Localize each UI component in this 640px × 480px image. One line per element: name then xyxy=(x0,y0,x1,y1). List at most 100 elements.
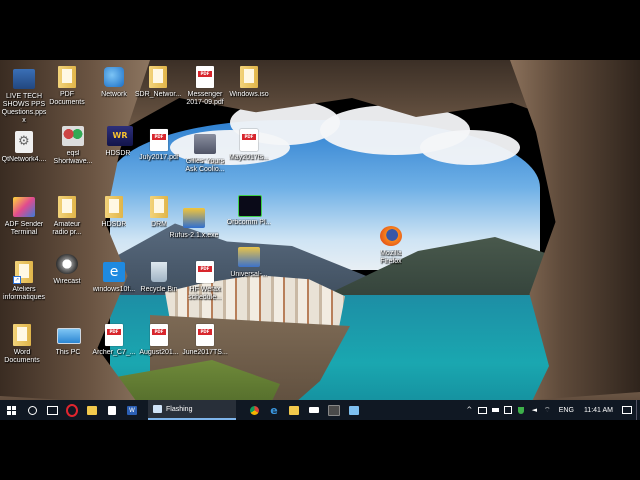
adf-app-icon xyxy=(13,195,35,219)
clock[interactable]: 11:41 AM xyxy=(579,407,618,414)
desktop-icon-orbcomm[interactable]: Orbcomm Pl... xyxy=(221,193,277,227)
desktop-icon-mozilla-firefox[interactable]: Mozilla Firefox xyxy=(363,224,419,266)
language-indicator[interactable]: ENG xyxy=(554,407,579,414)
folder-icon xyxy=(56,65,78,89)
desktop-icon-may2017-pdf[interactable]: PDF May2017ts... xyxy=(221,128,277,162)
computer-icon xyxy=(57,323,81,347)
desktop-icon-label: Network xyxy=(101,91,127,98)
taskbar-app-edge[interactable]: e xyxy=(264,400,284,420)
tray-icon-security[interactable] xyxy=(515,400,528,420)
satellite-app-icon xyxy=(238,193,262,217)
ethernet-icon xyxy=(504,406,513,414)
desktop-icon-june2017-pdf[interactable]: PDF June2017TS... xyxy=(177,323,233,357)
pdf-file-icon: PDF xyxy=(194,323,216,347)
desktop-icon-label: This PC xyxy=(55,349,81,356)
desktop-icon-label: DRM xyxy=(151,221,167,228)
desktop-icon-label: SDR_Networ... xyxy=(134,91,182,98)
monitor-icon xyxy=(349,405,359,415)
desktop-icon-label: May2017ts... xyxy=(228,154,270,161)
people-icon xyxy=(62,124,84,148)
tray-icon-battery[interactable] xyxy=(489,400,502,420)
desktop-icon-label: HDSDR xyxy=(105,150,131,157)
taskbar-app-store[interactable] xyxy=(102,400,122,420)
monitor-icon xyxy=(477,406,487,414)
tray-icon-wifi[interactable]: ⌔ xyxy=(541,400,554,420)
desktop-icon-windows-iso[interactable]: Windows.iso xyxy=(221,65,277,99)
pdf-file-icon: PDF xyxy=(103,323,125,347)
wirecast-app-icon xyxy=(56,252,78,276)
desktop-icon-label: QtNetwork4.... xyxy=(1,156,47,163)
installer-icon xyxy=(238,245,260,269)
taskbar-app-opera[interactable] xyxy=(62,400,82,420)
desktop-icon-label: June2017TS... xyxy=(182,349,228,356)
letterbox-bottom xyxy=(0,420,640,480)
mail-icon xyxy=(309,407,319,413)
taskbar-app-calculator[interactable] xyxy=(324,400,344,420)
hdsdr-app-icon: WR xyxy=(107,124,133,148)
desktop-icon-label: Orbcomm Pl... xyxy=(226,219,272,226)
desktop-icon-label: July2017.pdf xyxy=(139,154,179,161)
taskbar-app-word[interactable]: W xyxy=(122,400,142,420)
taskbar-app-explorer[interactable] xyxy=(284,400,304,420)
desktop-icon-label: Universal-... xyxy=(230,271,268,278)
desktop-icon-label: Gilles' Yours Ask Coolio... xyxy=(185,158,225,173)
desktop-screen: LIVE TECH SHOWS PPS Questions.pps x PDF … xyxy=(0,60,640,420)
desktop-icon-label: Amateur radio pr... xyxy=(52,221,82,236)
store-icon xyxy=(108,405,116,415)
opera-icon xyxy=(66,403,78,417)
tray-icon-network[interactable] xyxy=(502,400,515,420)
word-icon: W xyxy=(127,405,137,415)
pdf-file-icon: PDF xyxy=(148,323,170,347)
folder-icon xyxy=(11,323,33,347)
desktop-icon-label: eqsl Shortwave... xyxy=(53,150,93,165)
radio-app-icon xyxy=(194,132,216,156)
task-view-icon xyxy=(46,405,58,415)
taskbar-app-chrome[interactable] xyxy=(244,400,264,420)
chrome-icon xyxy=(249,405,259,415)
taskbar-app-remote[interactable] xyxy=(344,400,364,420)
edge-icon: e xyxy=(103,260,125,284)
desktop-icon-label: Rufus-2.1.x.exe xyxy=(169,232,219,239)
recycle-bin-icon xyxy=(148,260,170,284)
show-desktop-button[interactable] xyxy=(636,400,640,420)
battery-icon xyxy=(491,408,499,412)
edge-icon: e xyxy=(270,403,278,417)
firefox-icon xyxy=(380,224,402,248)
window-icon xyxy=(153,405,162,413)
shield-icon xyxy=(518,406,525,414)
desktop-icon-label: Wirecast xyxy=(53,278,81,285)
folder-icon xyxy=(103,195,125,219)
taskbar-app-file-explorer[interactable] xyxy=(82,400,102,420)
folder-icon xyxy=(87,405,97,415)
document-icon xyxy=(56,195,78,219)
powerpoint-file-icon xyxy=(13,67,35,91)
folder-icon xyxy=(289,405,299,415)
desktop-icon-label: Word Documents xyxy=(4,349,40,364)
desktop-icon-universal[interactable]: Universal-... xyxy=(221,245,277,279)
tray-icon-volume[interactable]: ◄ xyxy=(528,400,541,420)
task-view-button[interactable] xyxy=(42,400,62,420)
folder-icon xyxy=(147,65,169,89)
tray-icon-monitor[interactable] xyxy=(476,400,489,420)
taskbar-app-mail[interactable] xyxy=(304,400,324,420)
desktop-icon-label: HF Wefax schedule... xyxy=(188,286,222,301)
taskbar: W Flashing e ^ ◄ ⌔ ENG 11:41 AM xyxy=(0,400,640,420)
calculator-icon xyxy=(328,404,340,416)
pdf-file-icon: PDF xyxy=(194,65,216,89)
show-hidden-icons-button[interactable]: ^ xyxy=(463,400,476,420)
search-button[interactable] xyxy=(22,400,42,420)
disc-image-icon xyxy=(238,65,260,89)
desktop-icon-rufus[interactable]: Rufus-2.1.x.exe xyxy=(166,206,222,240)
taskbar-active-task[interactable]: Flashing xyxy=(148,400,236,420)
folder-icon: ↗ xyxy=(13,260,35,284)
windows-logo-icon xyxy=(6,405,16,415)
pdf-file-icon: PDF xyxy=(148,128,170,152)
speaker-icon: ◄ xyxy=(531,406,537,414)
desktop-icon-label: windows10f... xyxy=(92,286,136,293)
action-center-button[interactable] xyxy=(618,400,636,420)
gear-file-icon xyxy=(13,130,35,154)
desktop-icon-label: Archer_C7_... xyxy=(92,349,136,356)
start-button[interactable] xyxy=(0,400,22,420)
desktop-icon-label: Mozilla Firefox xyxy=(380,250,402,265)
network-icon xyxy=(103,65,125,89)
